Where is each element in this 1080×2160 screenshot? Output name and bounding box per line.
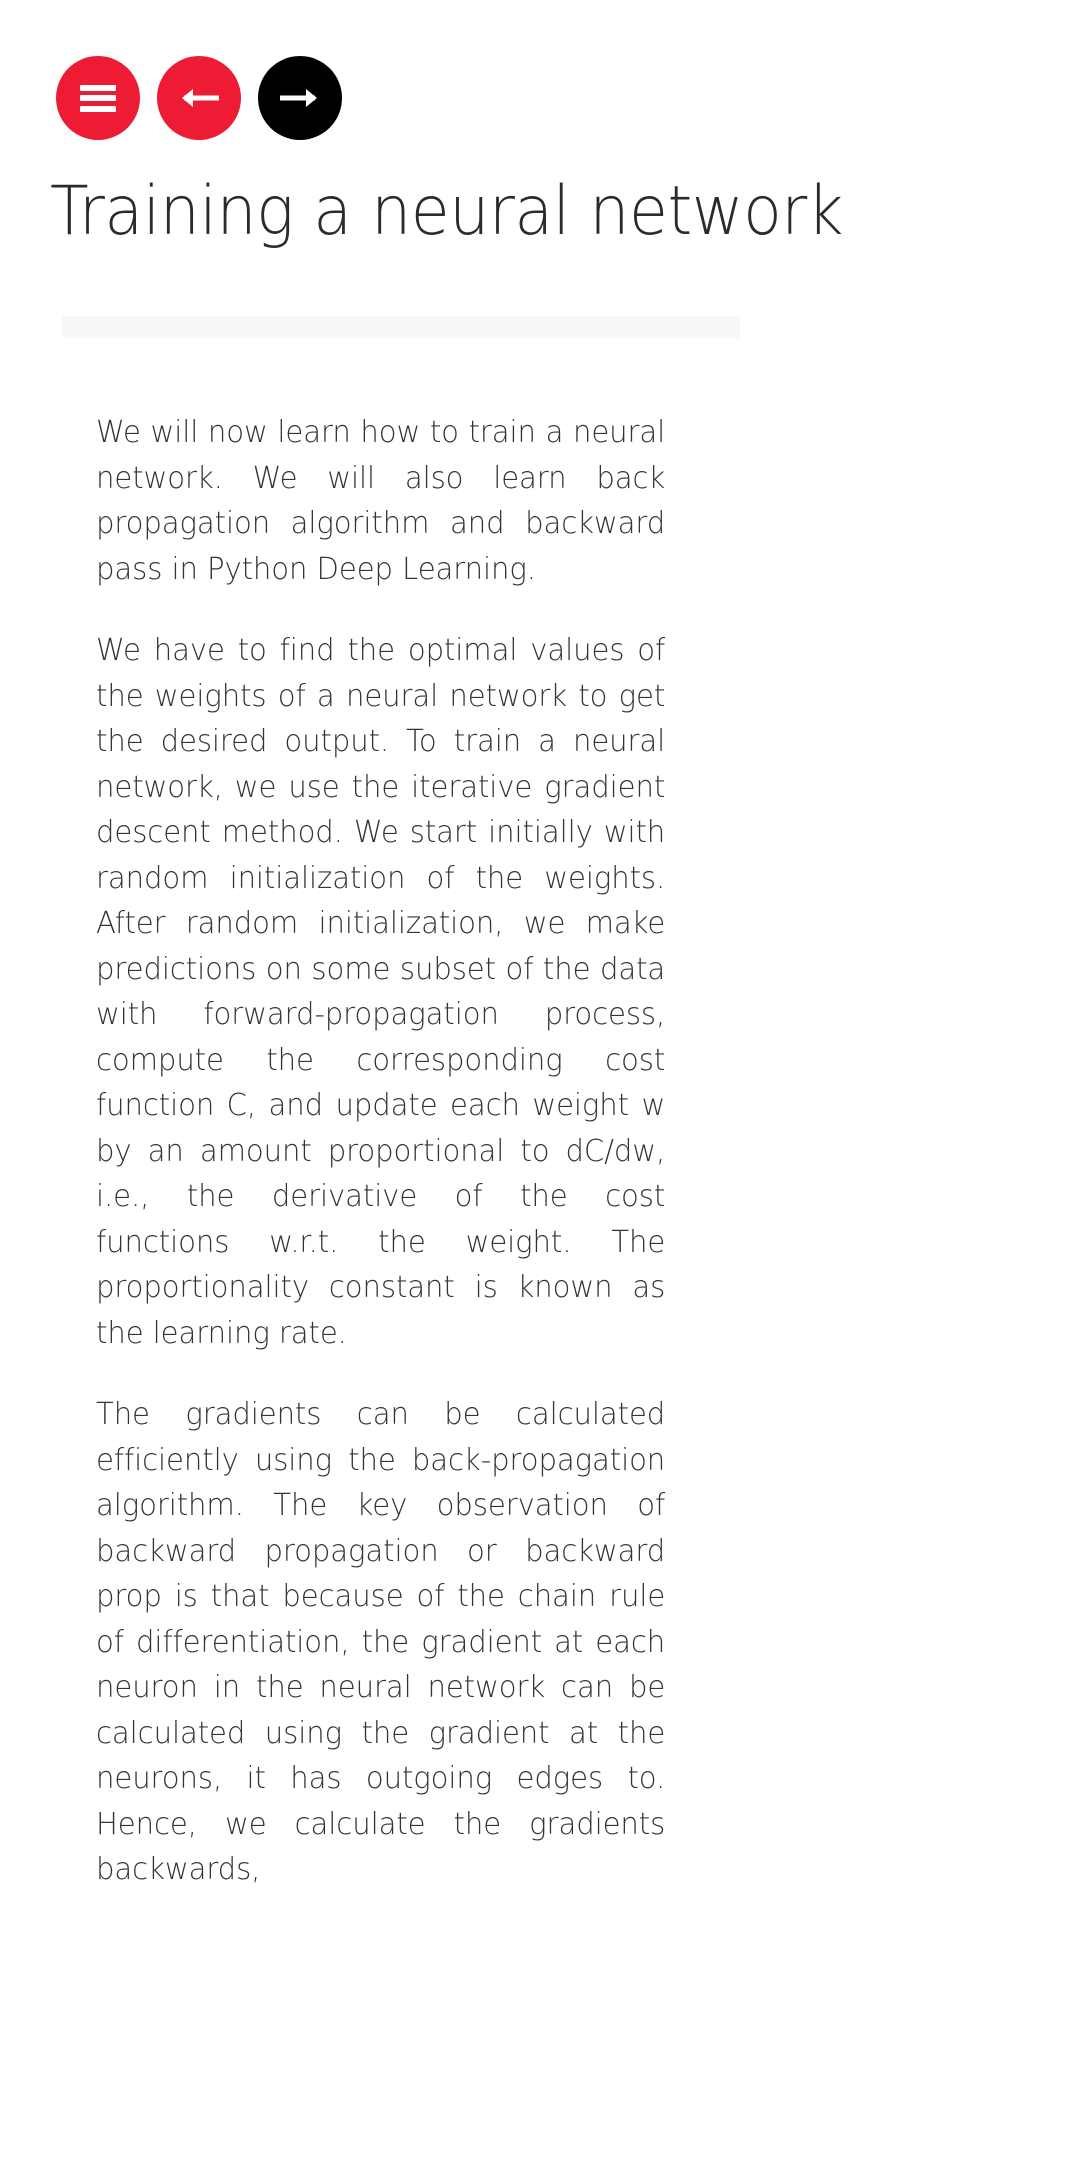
article-body: We will now learn how to train a neural …: [96, 410, 692, 1893]
previous-page-button[interactable]: [157, 56, 241, 140]
arrow-left-icon: [182, 89, 219, 107]
paragraph: The gradients can be calculated efficien…: [96, 1397, 666, 1887]
page-title: Training a neural network: [50, 172, 843, 251]
top-toolbar: [56, 56, 342, 140]
menu-button[interactable]: [56, 56, 140, 140]
progress-bar: [62, 316, 740, 338]
arrow-right-icon: [280, 89, 317, 107]
hamburger-menu-icon: [80, 84, 116, 112]
content-fade-overlay: [0, 1900, 1080, 2160]
paragraph: We will now learn how to train a neural …: [96, 415, 666, 587]
paragraph: We have to find the optimal values of th…: [96, 633, 666, 1351]
next-page-button[interactable]: [258, 56, 342, 140]
